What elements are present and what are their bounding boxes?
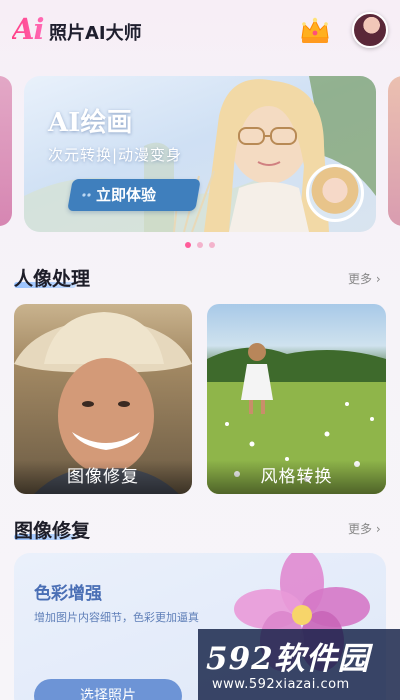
chevron-right-icon: › bbox=[375, 522, 381, 536]
carousel-next-card[interactable] bbox=[388, 76, 400, 226]
watermark-brand: 592软件园 bbox=[206, 641, 370, 677]
chevron-right-icon: › bbox=[375, 272, 381, 286]
banner-subtitle: 次元转换|动漫变身 bbox=[48, 146, 183, 164]
section-title-portrait: 人像处理 bbox=[14, 268, 91, 290]
try-now-label: 立即体验 bbox=[96, 186, 157, 204]
carousel-dot-2[interactable] bbox=[197, 242, 203, 248]
crown-icon[interactable] bbox=[298, 14, 332, 48]
style-transfer-label: 风格转换 bbox=[207, 460, 386, 494]
banner-thumbnail bbox=[306, 164, 364, 222]
section-title-restore: 图像修复 bbox=[14, 520, 91, 542]
try-now-button[interactable]: 立即体验 bbox=[67, 179, 201, 211]
watermark-url: www.592xiazai.com bbox=[212, 677, 350, 692]
restore-more-link[interactable]: 更多 › bbox=[348, 520, 381, 537]
style-transfer-card[interactable]: 风格转换 bbox=[207, 304, 386, 494]
more-label: 更多 bbox=[348, 522, 373, 536]
carousel-prev-card[interactable] bbox=[0, 76, 12, 226]
color-enhance-title: 色彩增强 bbox=[34, 584, 102, 604]
app-logo-ai: Ai bbox=[12, 12, 45, 46]
carousel-dot-3[interactable] bbox=[209, 242, 215, 248]
watermark-overlay: 592软件园 www.592xiazai.com bbox=[198, 629, 400, 700]
user-avatar[interactable] bbox=[352, 12, 388, 48]
select-photo-button[interactable]: 选择照片 bbox=[34, 679, 182, 700]
app-title: 照片AI大师 bbox=[49, 23, 142, 44]
portrait-more-link[interactable]: 更多 › bbox=[348, 270, 381, 287]
color-enhance-description: 增加图片内容细节，色彩更加逼真 bbox=[34, 611, 199, 624]
image-restore-label: 图像修复 bbox=[14, 460, 192, 494]
image-restore-card[interactable]: 图像修复 bbox=[14, 304, 192, 494]
ai-painting-banner[interactable]: AI绘画 次元转换|动漫变身 立即体验 bbox=[24, 76, 376, 232]
more-label: 更多 bbox=[348, 272, 373, 286]
carousel-dot-1[interactable] bbox=[185, 242, 191, 248]
dots-icon bbox=[82, 193, 91, 197]
banner-title: AI绘画 bbox=[48, 108, 133, 138]
